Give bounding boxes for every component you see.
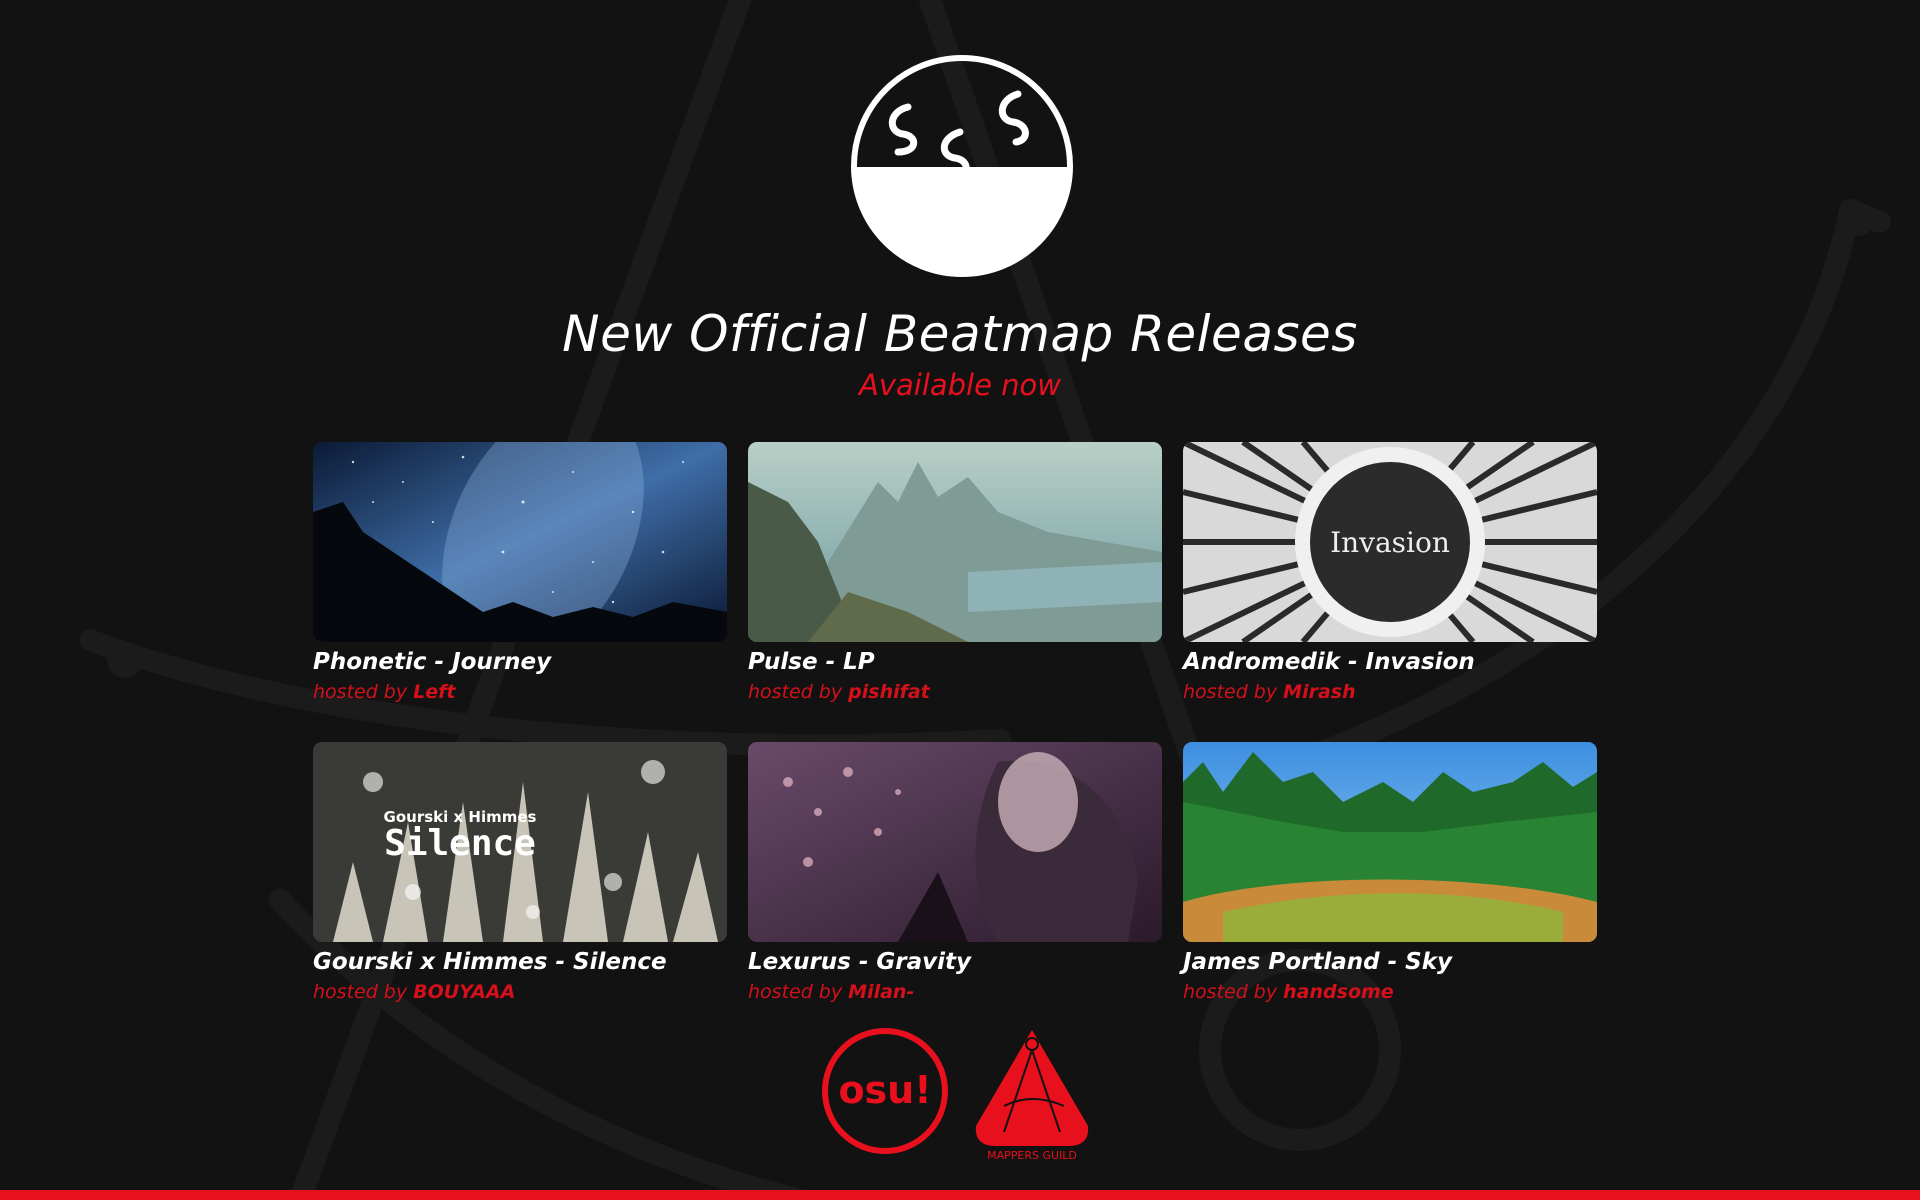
host-name[interactable]: Mirash: [1283, 681, 1355, 703]
host-prefix: hosted by: [1183, 681, 1278, 703]
beatmap-title[interactable]: Phonetic - Journey: [313, 649, 727, 675]
beatmap-host: hosted by Left: [313, 681, 727, 703]
host-prefix: hosted by: [748, 681, 843, 703]
host-name[interactable]: BOUYAAA: [413, 981, 515, 1003]
beatmap-cover-image[interactable]: Invasion: [1183, 442, 1597, 642]
host-name[interactable]: handsome: [1283, 981, 1394, 1003]
host-name[interactable]: Left: [413, 681, 455, 703]
osu-logo-text: osu!: [838, 1068, 931, 1112]
beatmap-host: hosted by BOUYAAA: [313, 981, 727, 1003]
beatmap-card[interactable]: Pulse - LP hosted by pishifat: [748, 442, 1162, 703]
beatmap-title[interactable]: Pulse - LP: [748, 649, 1162, 675]
beatmap-card[interactable]: Gourski x Himmes Silence Gourski x Himme…: [313, 742, 727, 1003]
guild-logo-text: MAPPERS GUILD: [987, 1149, 1077, 1162]
beatmap-cover-image[interactable]: [1183, 742, 1597, 942]
beatmap-title[interactable]: Lexurus - Gravity: [748, 949, 1162, 975]
host-prefix: hosted by: [313, 981, 408, 1003]
cover-text: Silence: [384, 823, 536, 864]
beatmap-host: hosted by handsome: [1183, 981, 1597, 1003]
beatmap-cover-image[interactable]: [748, 742, 1162, 942]
beatmap-cover-image[interactable]: [313, 442, 727, 642]
beatmap-host: hosted by Milan-: [748, 981, 1162, 1003]
beatmap-card[interactable]: James Portland - Sky hosted by handsome: [1183, 742, 1597, 1003]
beatmap-cover-image[interactable]: Gourski x Himmes Silence: [313, 742, 727, 942]
page-subtitle: Available now: [858, 368, 1062, 402]
beatmap-title[interactable]: James Portland - Sky: [1183, 949, 1597, 975]
bowl-logo: [851, 55, 1073, 277]
host-prefix: hosted by: [1183, 981, 1278, 1003]
beatmap-card[interactable]: Invasion Andromedik - Invasion hosted by…: [1183, 442, 1597, 703]
beatmap-host: hosted by Mirash: [1183, 681, 1597, 703]
beatmap-cover-image[interactable]: [748, 442, 1162, 642]
host-prefix: hosted by: [313, 681, 408, 703]
beatmap-title[interactable]: Andromedik - Invasion: [1183, 649, 1597, 675]
cover-text: Invasion: [1330, 526, 1450, 559]
page-title: New Official Beatmap Releases: [562, 305, 1358, 363]
mappers-guild-logo[interactable]: MAPPERS GUILD: [968, 1022, 1096, 1162]
beatmap-host: hosted by pishifat: [748, 681, 1162, 703]
bottom-accent-bar: [0, 1190, 1920, 1200]
host-name[interactable]: pishifat: [848, 681, 930, 703]
osu-logo[interactable]: osu!: [821, 1027, 949, 1155]
beatmap-title[interactable]: Gourski x Himmes - Silence: [313, 949, 727, 975]
host-name[interactable]: Milan-: [848, 981, 914, 1003]
beatmap-card[interactable]: Lexurus - Gravity hosted by Milan-: [748, 742, 1162, 1003]
host-prefix: hosted by: [748, 981, 843, 1003]
beatmap-card[interactable]: Phonetic - Journey hosted by Left: [313, 442, 727, 703]
